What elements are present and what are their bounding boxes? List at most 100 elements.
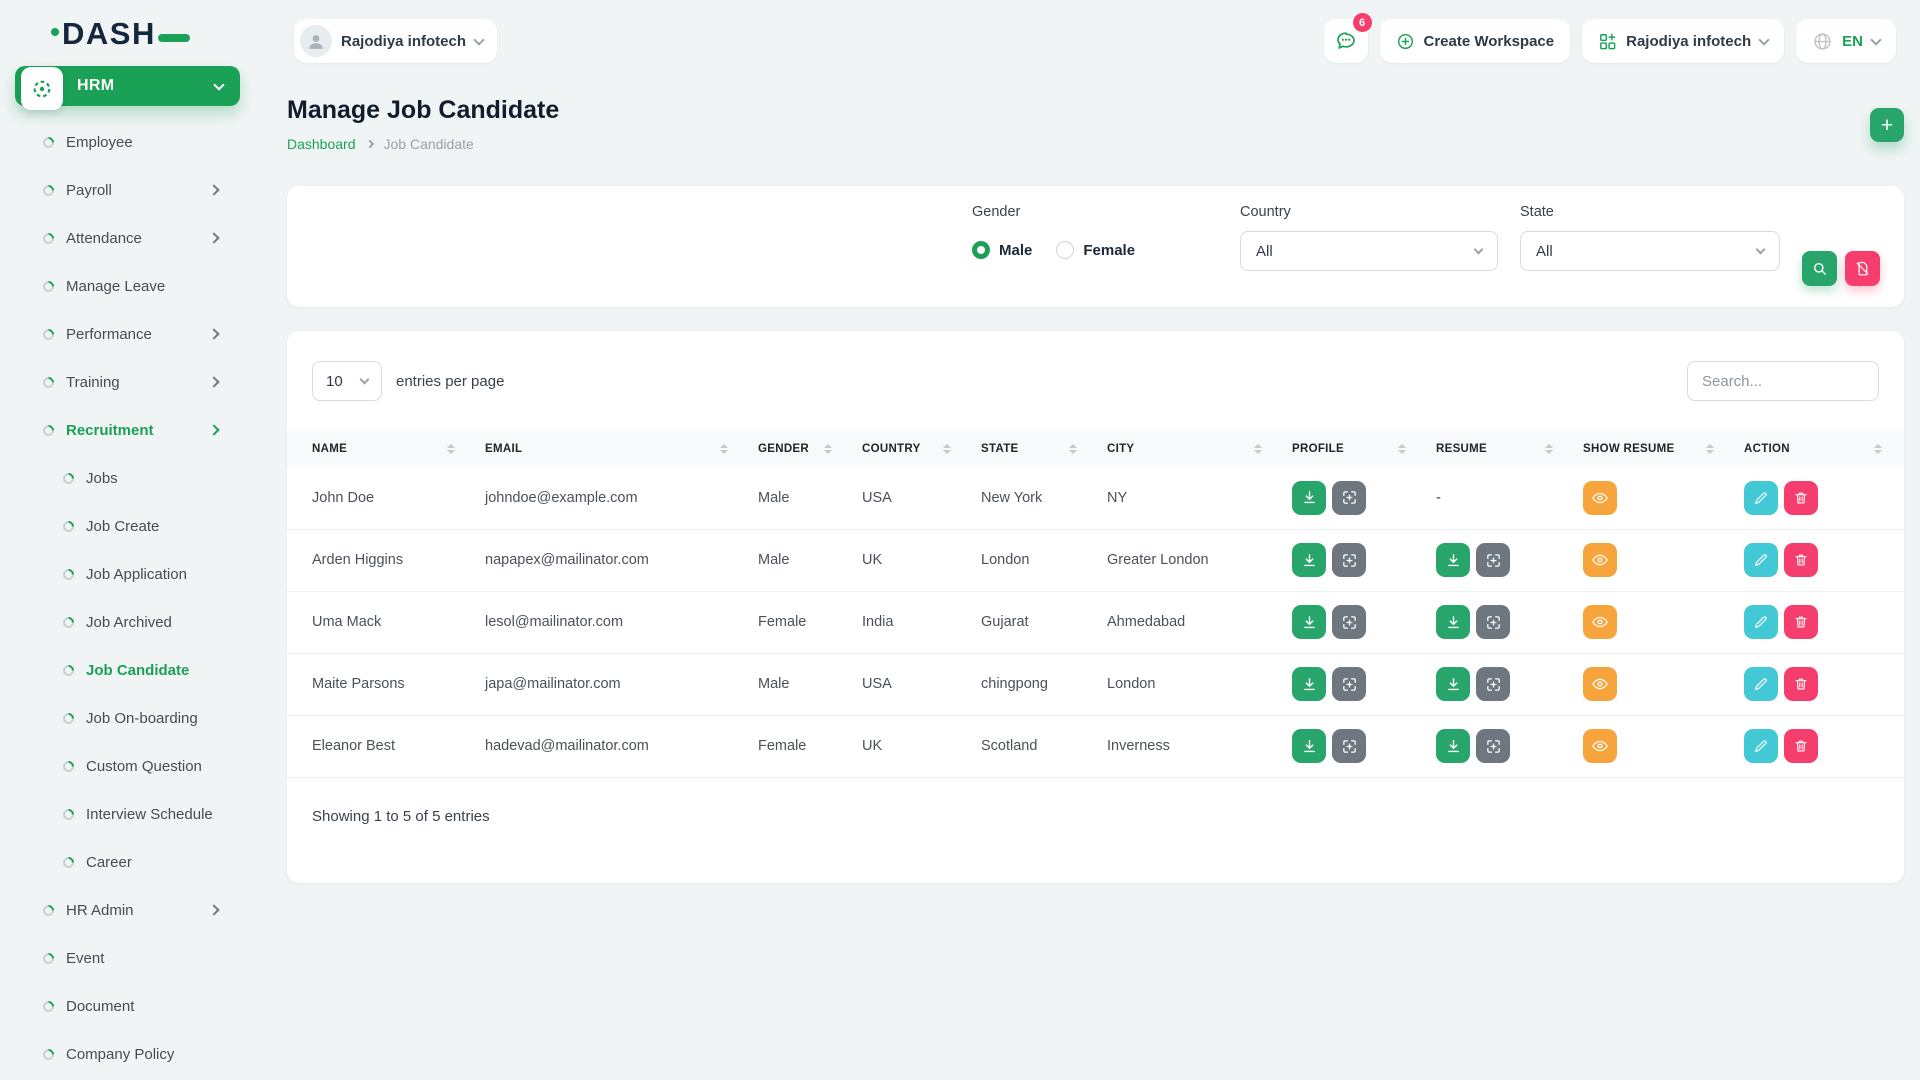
language-selector[interactable]: EN [1796,19,1896,63]
messages-button[interactable]: 6 [1324,19,1368,63]
preview-resume-button[interactable] [1476,729,1510,763]
preview-profile-button[interactable] [1332,481,1366,515]
company-selector[interactable]: Rajodiya infotech [1582,19,1784,63]
column-header[interactable]: EMAIL [477,431,750,467]
download-profile-button[interactable] [1292,605,1326,639]
sidebar-item[interactable]: Manage Leave [0,262,264,310]
breadcrumb-dashboard-link[interactable]: Dashboard [287,136,356,152]
download-icon [1301,676,1318,693]
candidate-country: India [854,591,973,653]
download-profile-button[interactable] [1292,543,1326,577]
sidebar-item[interactable]: Career [0,838,264,886]
sidebar-item-label: Payroll [66,182,112,199]
sidebar-item[interactable]: Interview Schedule [0,790,264,838]
edit-button[interactable] [1744,543,1778,577]
gender-radio-group: Male Female [972,241,1218,259]
edit-button[interactable] [1744,667,1778,701]
sidebar-item[interactable]: Attendance [0,214,264,262]
delete-button[interactable] [1784,729,1818,763]
show-resume-button[interactable] [1583,543,1617,577]
apply-filter-button[interactable] [1802,251,1837,286]
edit-button[interactable] [1744,605,1778,639]
column-header[interactable]: CITY [1099,431,1284,467]
chevron-right-icon [208,904,219,915]
company-name: Rajodiya infotech [1626,33,1751,50]
table-row: Maite Parsons japa@mailinator.com Male U… [287,653,1904,715]
preview-profile-button[interactable] [1332,605,1366,639]
show-resume-button[interactable] [1583,481,1617,515]
trash-icon [1793,552,1809,568]
module-selector-hrm[interactable]: HRM [15,66,240,106]
candidate-gender: Male [750,529,854,591]
gender-radio[interactable]: Male [972,241,1032,259]
column-header[interactable]: COUNTRY [854,431,973,467]
preview-profile-button[interactable] [1332,543,1366,577]
download-profile-button[interactable] [1292,667,1326,701]
show-resume-button[interactable] [1583,667,1617,701]
delete-button[interactable] [1784,605,1818,639]
column-header[interactable]: NAME [287,431,477,467]
column-header[interactable]: ACTION [1736,431,1904,467]
sidebar-item[interactable]: Training [0,358,264,406]
sidebar-item[interactable]: Job Archived [0,598,264,646]
candidate-name: Maite Parsons [287,653,477,715]
sort-arrows-icon [943,444,951,454]
preview-resume-button[interactable] [1476,667,1510,701]
gender-radio[interactable]: Female [1056,241,1135,259]
delete-button[interactable] [1784,667,1818,701]
sidebar-item[interactable]: Employee [0,118,264,166]
column-header[interactable]: GENDER [750,431,854,467]
download-resume-button[interactable] [1436,729,1470,763]
preview-resume-button[interactable] [1476,605,1510,639]
show-resume-button[interactable] [1583,605,1617,639]
column-header[interactable]: SHOW RESUME [1575,431,1736,467]
sidebar-item[interactable]: Payroll [0,166,264,214]
main-area: Rajodiya infotech 6 Create Works [264,0,1920,1080]
sidebar-item[interactable]: Job Application [0,550,264,598]
sidebar-item[interactable]: Event [0,934,264,982]
sidebar-item[interactable]: Custom Question [0,742,264,790]
preview-profile-button[interactable] [1332,667,1366,701]
sort-arrows-icon [1069,444,1077,454]
preview-profile-button[interactable] [1332,729,1366,763]
entries-value: 10 [326,373,343,390]
search-input[interactable] [1687,361,1879,401]
edit-button[interactable] [1744,729,1778,763]
download-profile-button[interactable] [1292,481,1326,515]
show-resume-button[interactable] [1583,729,1617,763]
sidebar-item[interactable]: Performance [0,310,264,358]
plus-circle-icon [1396,32,1415,51]
state-select[interactable]: All [1520,231,1780,271]
download-profile-button[interactable] [1292,729,1326,763]
download-resume-button[interactable] [1436,543,1470,577]
sidebar-item[interactable]: Document [0,982,264,1030]
column-header[interactable]: STATE [973,431,1099,467]
sidebar-item[interactable]: Recruitment [0,406,264,454]
column-header[interactable]: RESUME [1428,431,1575,467]
reset-filter-button[interactable] [1845,251,1880,286]
column-header[interactable]: PROFILE [1284,431,1428,467]
logo-dash-icon [158,34,190,42]
bullet-icon [61,758,77,774]
bullet-icon [61,710,77,726]
entries-per-page-select[interactable]: 10 [312,361,382,401]
add-candidate-button[interactable]: + [1870,108,1904,142]
country-select[interactable]: All [1240,231,1498,271]
download-icon [1445,552,1462,569]
delete-button[interactable] [1784,543,1818,577]
sidebar-item[interactable]: HR Admin [0,886,264,934]
sidebar-item-label: Attendance [66,230,142,247]
delete-button[interactable] [1784,481,1818,515]
preview-resume-button[interactable] [1476,543,1510,577]
sidebar-item[interactable]: Jobs [0,454,264,502]
edit-button[interactable] [1744,481,1778,515]
workspace-selector[interactable]: Rajodiya infotech [294,19,497,63]
page-title: Manage Job Candidate [287,96,559,125]
download-resume-button[interactable] [1436,667,1470,701]
download-resume-button[interactable] [1436,605,1470,639]
sidebar-item[interactable]: Company Policy [0,1030,264,1078]
sidebar-item[interactable]: Job On-boarding [0,694,264,742]
sidebar-item[interactable]: Job Candidate [0,646,264,694]
create-workspace-button[interactable]: Create Workspace [1380,19,1571,63]
sidebar-item[interactable]: Job Create [0,502,264,550]
